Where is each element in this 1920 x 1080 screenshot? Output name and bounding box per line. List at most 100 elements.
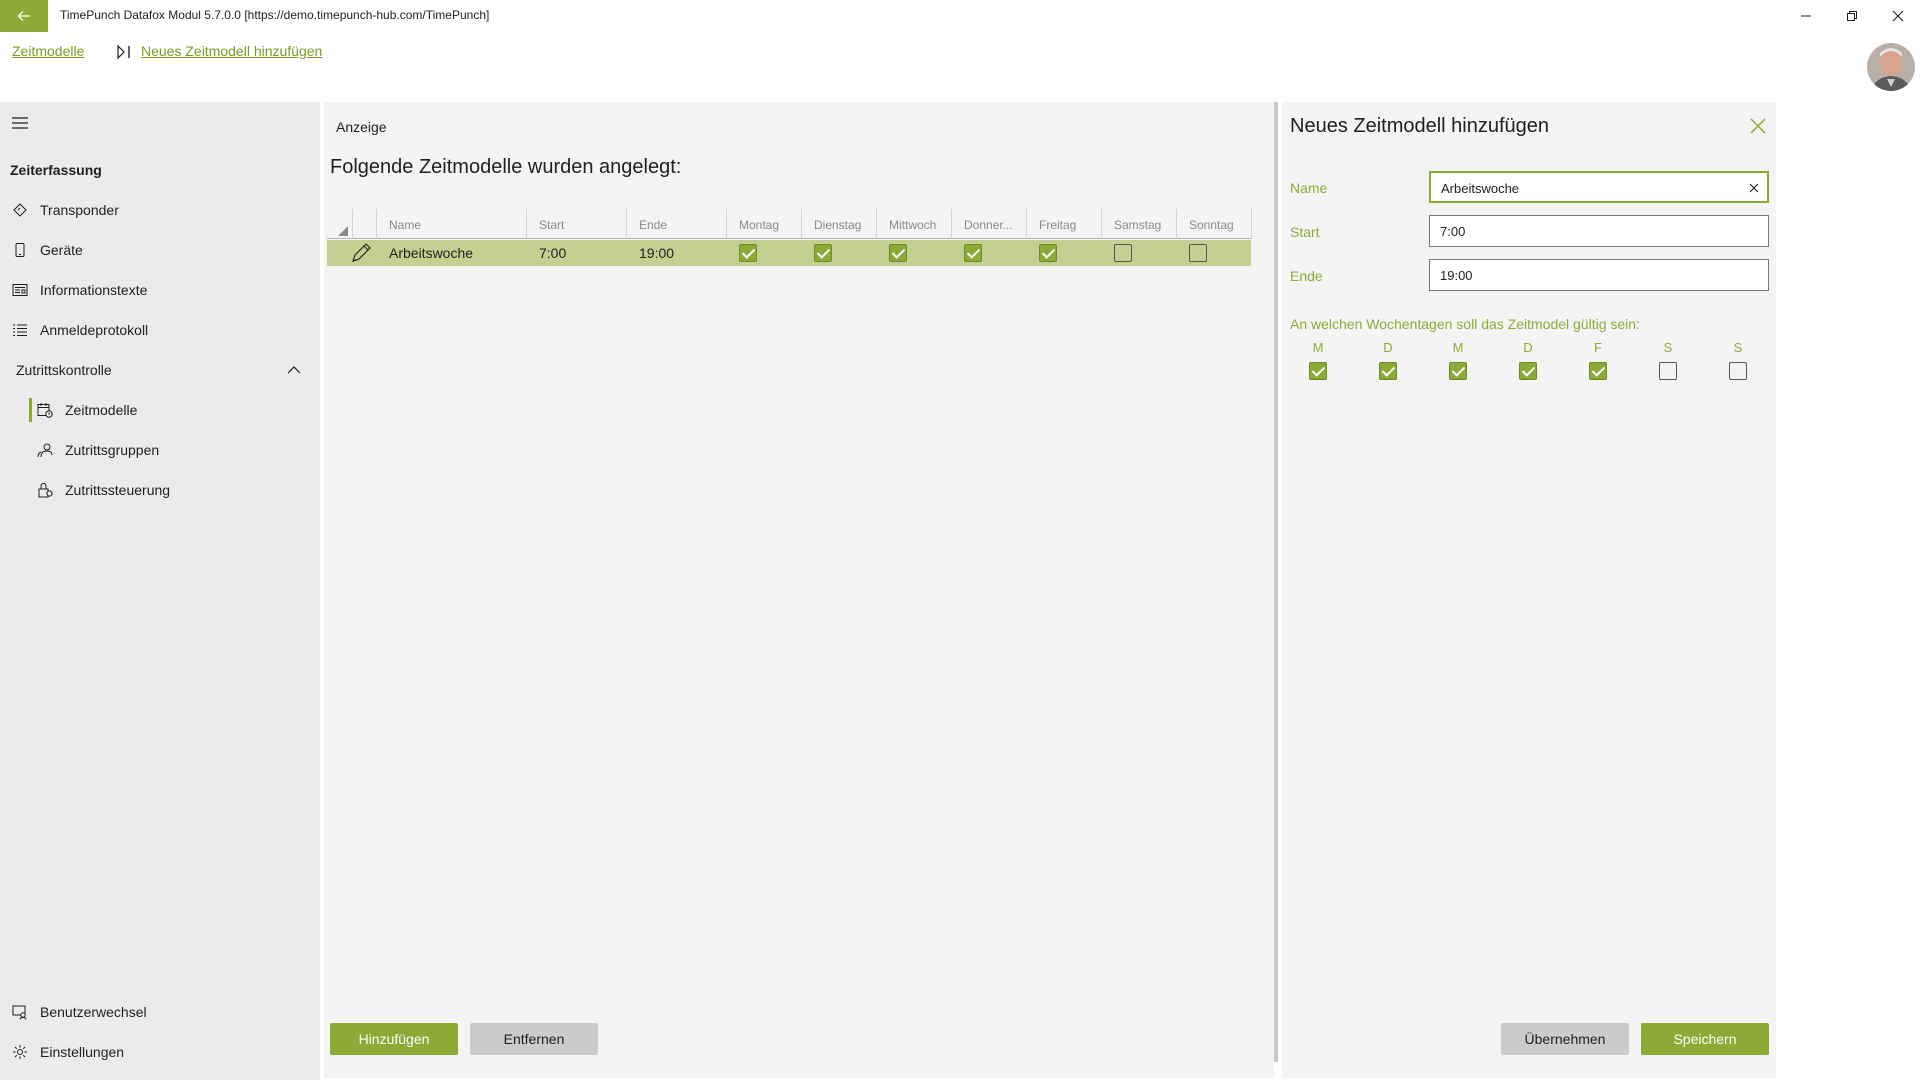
restore-button[interactable] (1829, 0, 1875, 32)
sidebar-item-transponder[interactable]: Transponder (0, 190, 320, 230)
close-panel-button[interactable] (1750, 118, 1766, 134)
column-header-montag[interactable]: Montag (739, 218, 779, 232)
checkbox-freitag[interactable] (1039, 244, 1057, 262)
column-header-donnerstag[interactable]: Donner... (964, 218, 1013, 232)
weekday-checkbox-montag[interactable] (1309, 362, 1327, 380)
weekday-checkbox-dienstag[interactable] (1379, 362, 1397, 380)
column-separator (1251, 209, 1252, 239)
column-separator (1176, 209, 1177, 239)
sidebar-item-einstellungen[interactable]: Einstellungen (0, 1032, 320, 1072)
sidebar-item-zutrittssteuerung[interactable]: Zutrittssteuerung (0, 470, 320, 510)
column-header-samstag[interactable]: Samstag (1114, 218, 1161, 232)
list-icon (12, 322, 28, 338)
sidebar-item-informationstexte[interactable]: Informationstexte (0, 270, 320, 310)
select-all-corner-icon[interactable] (338, 226, 348, 236)
cell-name: Arbeitswoche (389, 245, 474, 261)
hamburger-menu-button[interactable] (12, 116, 28, 130)
close-window-button[interactable] (1875, 0, 1920, 32)
sidebar-item-anmeldeprotokoll[interactable]: Anmeldeprotokoll (0, 310, 320, 350)
apply-button[interactable]: Übernehmen (1501, 1023, 1629, 1055)
group-icon (37, 442, 53, 458)
checkbox-samstag[interactable] (1114, 244, 1132, 262)
sidebar-group-zutrittskontrolle[interactable]: Zutrittskontrolle (0, 350, 320, 390)
column-header-mittwoch[interactable]: Mittwoch (889, 218, 936, 232)
column-separator (801, 209, 802, 239)
checkbox-montag[interactable] (739, 244, 757, 262)
column-separator (526, 209, 527, 239)
sidebar-item-label: Zutrittssteuerung (65, 482, 171, 498)
column-header-name[interactable]: Name (389, 218, 421, 232)
close-icon (1750, 118, 1766, 134)
weekday-letter-montag: M (1312, 340, 1324, 355)
sidebar-item-label: Benutzerwechsel (40, 1004, 147, 1020)
clear-icon[interactable] (1749, 183, 1759, 193)
column-separator (1101, 209, 1102, 239)
sidebar-item-label: Informationstexte (40, 282, 148, 298)
restore-icon (1847, 11, 1857, 21)
minimize-icon (1801, 15, 1811, 17)
name-label: Name (1290, 180, 1328, 196)
chevron-up-icon[interactable] (286, 362, 302, 378)
column-header-dienstag[interactable]: Dienstag (814, 218, 861, 232)
column-separator (1026, 209, 1027, 239)
name-field[interactable]: Arbeitswoche (1429, 171, 1769, 203)
table-row[interactable]: Arbeitswoche 7:00 19:00 (327, 240, 1251, 266)
panel-title: Neues Zeitmodell hinzufügen (1290, 115, 1550, 137)
sidebar-item-geraete[interactable]: Geräte (0, 230, 320, 270)
weekday-checkbox-donnerstag[interactable] (1519, 362, 1537, 380)
column-header-start[interactable]: Start (539, 218, 564, 232)
sidebar-item-label: Transponder (40, 202, 119, 218)
sidebar-item-zeitmodelle[interactable]: Zeitmodelle (0, 390, 320, 430)
add-button[interactable]: Hinzufügen (330, 1023, 458, 1055)
weekday-checkbox-freitag[interactable] (1589, 362, 1607, 380)
end-field[interactable]: 19:00 (1429, 259, 1769, 291)
sidebar-item-benutzerwechsel[interactable]: Benutzerwechsel (0, 992, 320, 1032)
cell-start: 7:00 (539, 245, 567, 261)
back-button[interactable] (0, 0, 48, 32)
cell-ende: 19:00 (639, 245, 675, 261)
weekday-checkbox-sonntag[interactable] (1729, 362, 1747, 380)
column-separator (376, 209, 377, 239)
gear-icon (12, 1044, 28, 1060)
minimize-button[interactable] (1783, 0, 1829, 32)
switch-user-icon (12, 1004, 28, 1020)
grid-header (327, 209, 1251, 239)
section-label: Anzeige (336, 119, 387, 135)
save-button[interactable]: Speichern (1641, 1023, 1769, 1055)
lock-icon (37, 482, 53, 498)
sidebar-item-label: Zutrittsgruppen (65, 442, 160, 458)
edit-pencil-icon (351, 243, 373, 263)
weekday-checkbox-samstag[interactable] (1659, 362, 1677, 380)
weekday-checkbox-mittwoch[interactable] (1449, 362, 1467, 380)
sidebar-heading: Zeiterfassung (10, 162, 102, 178)
weekday-letter-donnerstag: D (1523, 340, 1533, 355)
checkbox-mittwoch[interactable] (889, 244, 907, 262)
remove-button[interactable]: Entfernen (470, 1023, 598, 1055)
column-separator (951, 209, 952, 239)
sidebar-item-label: Einstellungen (40, 1044, 125, 1060)
checkbox-donnerstag[interactable] (964, 244, 982, 262)
sidebar-item-label: Geräte (40, 242, 83, 258)
column-header-ende[interactable]: Ende (639, 218, 667, 232)
breadcrumb-zeitmodelle[interactable]: Zeitmodelle (12, 43, 84, 59)
start-field-value: 7:00 (1440, 224, 1466, 239)
panel-splitter[interactable] (1274, 102, 1278, 1062)
start-label: Start (1290, 224, 1320, 240)
weekday-letter-sonntag: S (1733, 340, 1743, 355)
column-header-freitag[interactable]: Freitag (1039, 218, 1076, 232)
start-field[interactable]: 7:00 (1429, 215, 1769, 247)
column-header-sonntag[interactable]: Sonntag (1189, 218, 1234, 232)
column-separator (626, 209, 627, 239)
avatar[interactable] (1867, 43, 1915, 91)
sidebar-item-label: Zeitmodelle (65, 402, 138, 418)
breadcrumb-separator-icon (116, 44, 132, 60)
calendar-icon (37, 402, 53, 418)
transponder-icon (12, 202, 28, 218)
weekday-letter-freitag: F (1594, 340, 1602, 355)
detail-panel (1282, 102, 1776, 1078)
sidebar-item-zutrittsgruppen[interactable]: Zutrittsgruppen (0, 430, 320, 470)
column-separator (726, 209, 727, 239)
breadcrumb-current[interactable]: Neues Zeitmodell hinzufügen (141, 43, 322, 59)
checkbox-sonntag[interactable] (1189, 244, 1207, 262)
checkbox-dienstag[interactable] (814, 244, 832, 262)
